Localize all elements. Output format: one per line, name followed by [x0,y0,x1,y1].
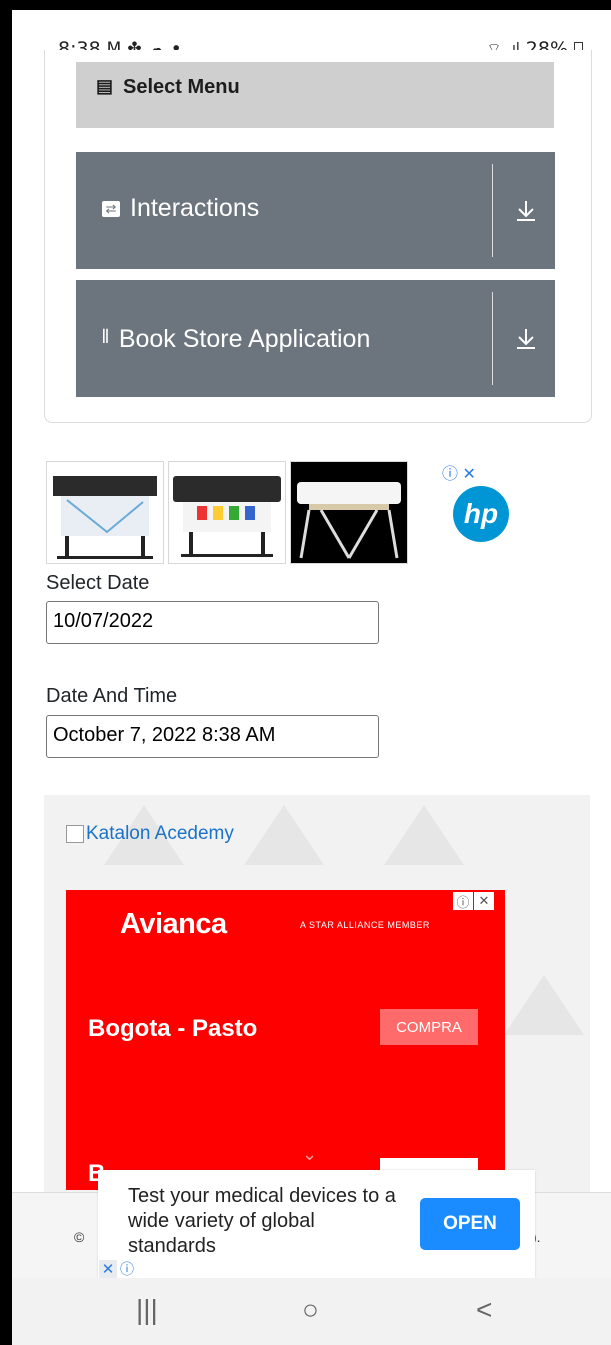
bg-pattern [244,805,324,865]
group-divider [492,164,493,257]
download-icon[interactable] [512,324,540,352]
star-alliance-text: A STAR ALLIANCE MEMBER [300,920,430,930]
info-icon[interactable]: ⓘ [118,1260,136,1278]
interactions-icon: ⇄ [102,200,120,217]
ad-info-icon[interactable]: ⓘ [442,466,458,483]
avianca-ad-choices[interactable]: ⓘ ✕ [453,892,494,910]
medical-ad-banner[interactable]: Test your medical devices to a wide vari… [98,1170,535,1278]
hp-logo: hp [453,486,509,542]
ad-choices[interactable]: ⓘ ✕ [442,460,476,484]
printer-image-2[interactable] [168,461,286,564]
select-date-input[interactable]: 10/07/2022 [46,601,379,644]
printer-image-1[interactable] [46,461,164,564]
printer-image-3[interactable] [290,461,408,564]
select-menu-label: Select Menu [123,76,240,98]
katalon-alt-text: Katalon Acedemy [86,823,234,844]
group-divider [492,292,493,385]
group-book-store-label-wrap: 𝍪 Book Store Application [102,322,370,356]
broken-image-icon [66,825,84,843]
medical-ad-text: Test your medical devices to a wide vari… [128,1185,396,1257]
group-interactions[interactable]: ⇄ Interactions [76,152,555,269]
bg-pattern [384,805,464,865]
ad-info-icon[interactable]: ⓘ [453,892,473,910]
printer-graphic [297,482,401,559]
open-button[interactable]: OPEN [420,1198,520,1250]
group-label: Interactions [130,194,260,222]
avianca-ad[interactable]: Avianca A STAR ALLIANCE MEMBER Bogota - … [66,890,505,1190]
group-interactions-label-wrap: ⇄ Interactions [102,194,259,223]
html5-icon: ▤ [96,76,114,96]
select-date-label: Select Date [46,572,150,594]
route-label: Bogota - Pasto [88,1015,258,1042]
printer-graphic [53,476,157,559]
phone-screen: 8:38 M ✤ ☁ • ⌔ .ıl 28% ▤ Select Menu ⇄ I… [12,10,611,1345]
close-icon[interactable]: ✕ [99,1260,117,1278]
katalon-image[interactable]: Katalon Acedemy [66,823,234,845]
group-label: Book Store Application [118,324,371,353]
date-time-label: Date And Time [46,685,178,707]
bg-pattern [504,975,584,1035]
copyright-symbol: © [74,1229,85,1245]
select-menu-header[interactable]: ▤ Select Menu [76,62,554,128]
printer-ad-banner[interactable]: hp [46,461,509,565]
ad-close-icon[interactable]: ✕ [462,466,475,483]
compra-button[interactable]: COMPRA [380,1009,478,1045]
download-icon[interactable] [512,196,540,224]
avianca-logo: Avianca [120,908,227,940]
recents-button[interactable]: ||| [136,1294,158,1326]
chevron-down-icon: ⌄ [302,1144,318,1164]
date-time-input[interactable]: October 7, 2022 8:38 AM [46,715,379,758]
home-button[interactable]: ○ [302,1294,319,1326]
printer-graphic [173,476,281,557]
library-icon: 𝍪 [102,326,109,348]
back-button[interactable]: < [476,1294,492,1326]
ad-close-icon[interactable]: ✕ [474,892,494,910]
android-nav-bar: ||| ○ < [12,1278,611,1345]
group-book-store[interactable]: 𝍪 Book Store Application [76,280,555,397]
